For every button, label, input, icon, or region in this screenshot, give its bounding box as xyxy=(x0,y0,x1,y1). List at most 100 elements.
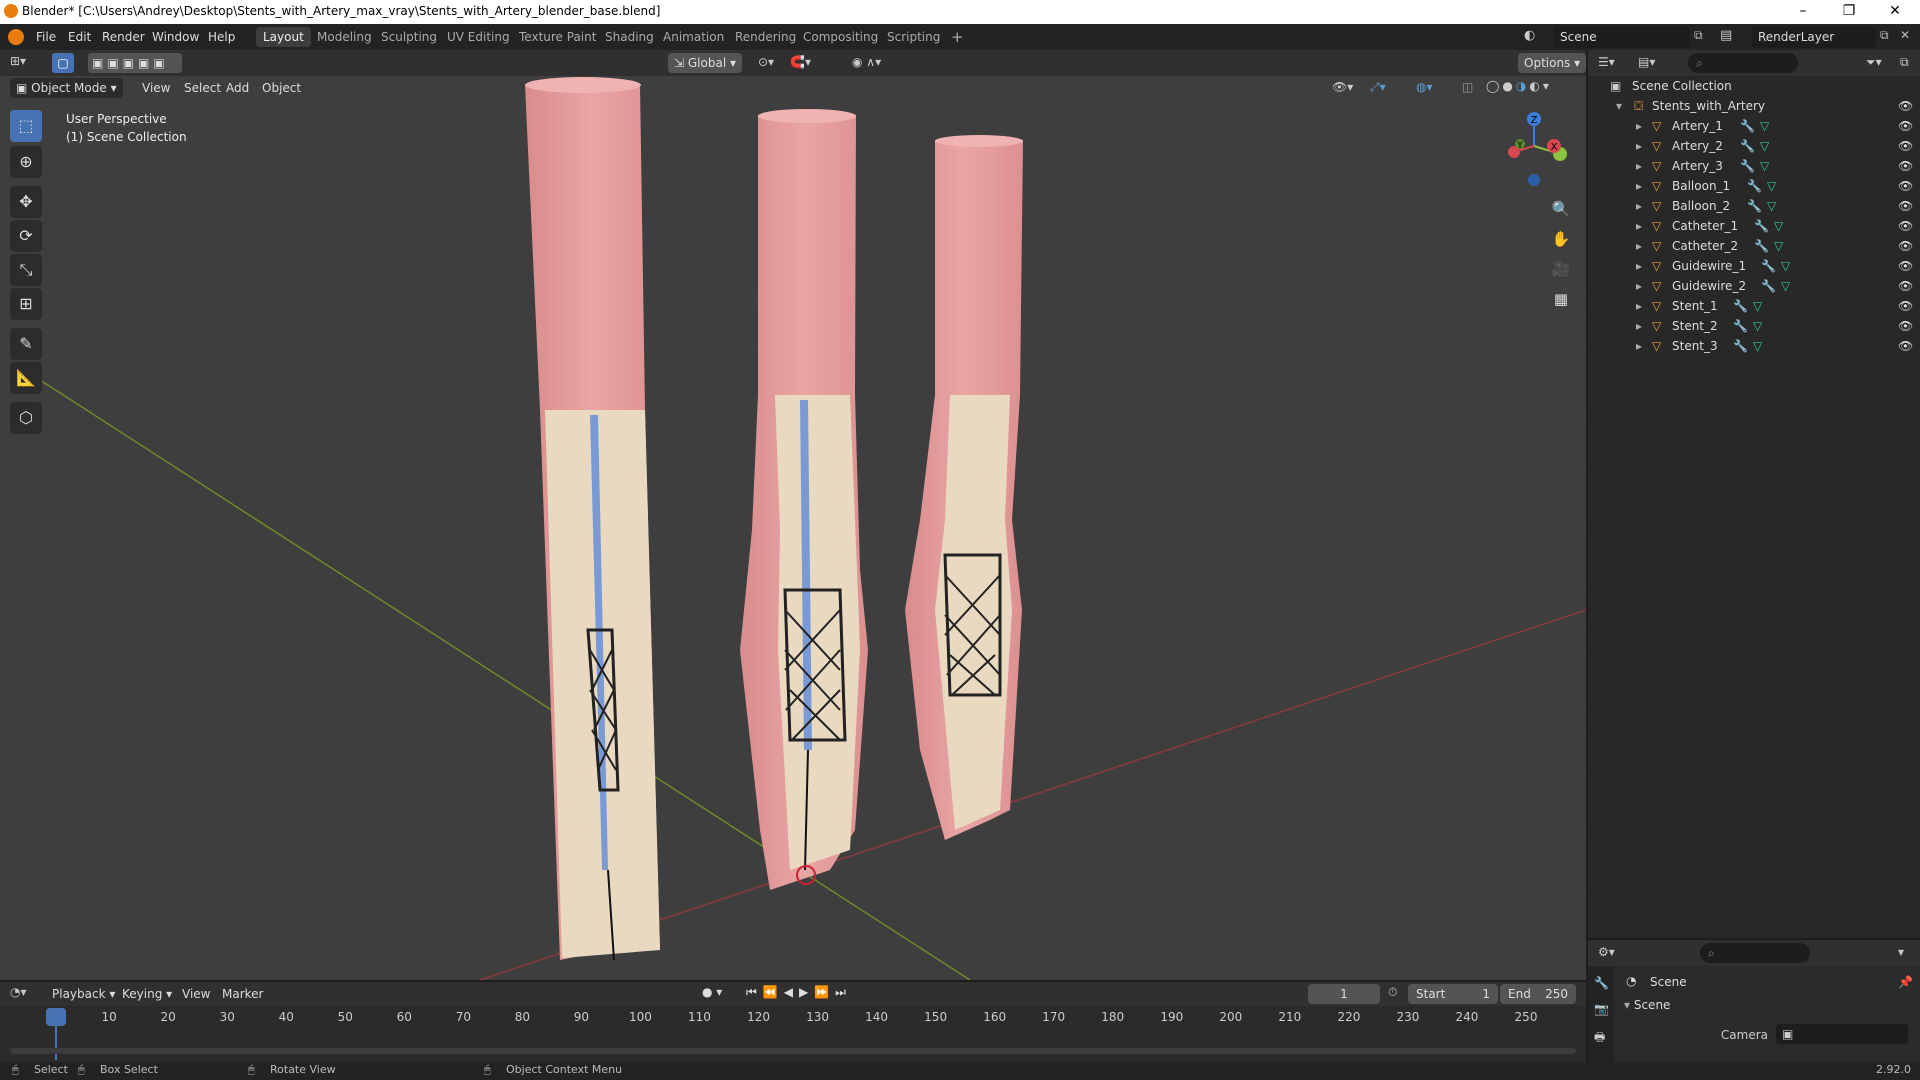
mesh-data-icon[interactable]: ▽ xyxy=(1760,116,1769,136)
navigation-gizmo[interactable]: Z X Y xyxy=(1500,108,1572,188)
playhead-marker[interactable] xyxy=(46,1008,66,1026)
overlay-toggle-icon[interactable]: ◍▾ xyxy=(1416,80,1433,94)
outliner-row-object[interactable]: ▸ ▽ Guidewire_1 🔧 ▽ 👁 xyxy=(1588,256,1920,276)
visibility-eye-icon[interactable]: 👁 xyxy=(1898,156,1913,176)
selection-mode-icons[interactable]: ▣▣▣▣▣ xyxy=(88,53,182,73)
filter-icon[interactable]: ⏷▾ xyxy=(1866,55,1882,70)
timeline-editor-icon[interactable]: ◔▾ xyxy=(10,985,27,999)
visibility-eye-icon[interactable]: 👁 xyxy=(1898,96,1913,116)
xray-icon[interactable]: ◫ xyxy=(1462,80,1473,94)
restore-icon[interactable]: ❐ xyxy=(1826,0,1872,24)
playback-controls-icons[interactable]: ⏮⏪◀▶⏩⏭ xyxy=(746,985,852,1000)
modifier-wrench-icon[interactable]: 🔧 xyxy=(1754,216,1769,236)
expand-icon[interactable]: ▸ xyxy=(1636,316,1642,336)
close-icon[interactable]: ✕ xyxy=(1872,0,1918,24)
outliner-row-object[interactable]: ▸ ▽ Guidewire_2 🔧 ▽ 👁 xyxy=(1588,276,1920,296)
gizmo-toggle-icon[interactable]: ⤢▾ xyxy=(1370,80,1386,95)
expand-icon[interactable]: ▸ xyxy=(1636,136,1642,156)
outliner-row-object[interactable]: ▸ ▽ Stent_3 🔧 ▽ 👁 xyxy=(1588,336,1920,356)
tab-modeling[interactable]: Modeling xyxy=(310,27,379,47)
tab-animation[interactable]: Animation xyxy=(656,27,731,47)
pan-hand-icon[interactable]: ✋ xyxy=(1550,224,1572,254)
end-frame-field[interactable]: End 250 xyxy=(1500,984,1576,1004)
modifier-wrench-icon[interactable]: 🔧 xyxy=(1740,116,1755,136)
select-box-icon[interactable]: ▢ xyxy=(52,53,74,73)
tab-scripting[interactable]: Scripting xyxy=(880,27,947,47)
display-mode-icon[interactable]: ▤▾ xyxy=(1638,55,1655,69)
outliner-row-object[interactable]: ▸ ▽ Balloon_1 🔧 ▽ 👁 xyxy=(1588,176,1920,196)
current-frame-field[interactable]: 1 xyxy=(1308,984,1380,1004)
outliner-row-object[interactable]: ▸ ▽ Artery_3 🔧 ▽ 👁 xyxy=(1588,156,1920,176)
annotate-tool-icon[interactable]: ✎ xyxy=(10,328,42,360)
ortho-grid-icon[interactable]: ▦ xyxy=(1550,284,1572,314)
shading-mode-icons[interactable]: ◯●◑◐▾ xyxy=(1486,79,1566,97)
scene-selector-icon[interactable]: ◐ xyxy=(1524,28,1548,46)
menu-add[interactable]: Add xyxy=(220,78,255,98)
mesh-data-icon[interactable]: ▽ xyxy=(1774,236,1783,256)
expand-icon[interactable]: ▸ xyxy=(1636,196,1642,216)
tab-compositing[interactable]: Compositing xyxy=(796,27,885,47)
menu-edit[interactable]: Edit xyxy=(62,28,97,46)
modifier-wrench-icon[interactable]: 🔧 xyxy=(1761,276,1776,296)
modifier-wrench-icon[interactable]: 🔧 xyxy=(1740,156,1755,176)
mesh-data-icon[interactable]: ▽ xyxy=(1774,216,1783,236)
new-view-layer-icon[interactable]: ⧉ xyxy=(1880,28,1889,43)
record-icon[interactable]: ● ▾ xyxy=(702,985,722,999)
zoom-icon[interactable]: 🔍 xyxy=(1550,194,1572,224)
menu-marker[interactable]: Marker xyxy=(216,984,269,1004)
expand-icon[interactable]: ▸ xyxy=(1636,176,1642,196)
expand-icon[interactable]: ▸ xyxy=(1636,336,1642,356)
outliner-row-scene-collection[interactable]: ▣ Scene Collection xyxy=(1588,76,1920,96)
3d-viewport[interactable] xyxy=(0,50,1586,980)
cursor-tool-icon[interactable]: ⊕ xyxy=(10,146,42,178)
visibility-icon[interactable]: 👁▾ xyxy=(1332,80,1353,94)
visibility-eye-icon[interactable]: 👁 xyxy=(1898,116,1913,136)
modifier-wrench-icon[interactable]: 🔧 xyxy=(1747,176,1762,196)
menu-object[interactable]: Object xyxy=(256,78,307,98)
transform-orientation-dropdown[interactable]: ⇲ Global ▾ xyxy=(668,53,742,73)
expand-icon[interactable]: ▸ xyxy=(1636,256,1642,276)
select-tool-icon[interactable]: ⬚ xyxy=(10,110,42,142)
outliner-row-object[interactable]: ▸ ▽ Stent_1 🔧 ▽ 👁 xyxy=(1588,296,1920,316)
pin-icon[interactable]: 📌 xyxy=(1898,975,1913,989)
modifier-wrench-icon[interactable]: 🔧 xyxy=(1733,296,1748,316)
mesh-data-icon[interactable]: ▽ xyxy=(1767,196,1776,216)
new-collection-icon[interactable]: ⧉ xyxy=(1900,55,1909,70)
modifier-wrench-icon[interactable]: 🔧 xyxy=(1733,336,1748,356)
menu-render[interactable]: Render xyxy=(96,28,151,46)
expand-icon[interactable]: ▸ xyxy=(1636,116,1642,136)
outliner-search-input[interactable]: ⌕ xyxy=(1688,53,1798,73)
outliner-row-collection[interactable]: ▾ ⛋ Stents_with_Artery 👁 xyxy=(1588,96,1920,116)
menu-keying[interactable]: Keying ▾ xyxy=(116,984,178,1004)
menu-view[interactable]: View xyxy=(136,78,176,98)
visibility-eye-icon[interactable]: 👁 xyxy=(1898,236,1913,256)
pivot-point-icon[interactable]: ⊙▾ xyxy=(758,55,774,69)
modifier-wrench-icon[interactable]: 🔧 xyxy=(1747,196,1762,216)
mesh-data-icon[interactable]: ▽ xyxy=(1753,296,1762,316)
visibility-eye-icon[interactable]: 👁 xyxy=(1898,216,1913,236)
properties-options-icon[interactable]: ▾ xyxy=(1898,945,1904,959)
menu-timeline-view[interactable]: View xyxy=(176,984,216,1004)
mesh-data-icon[interactable]: ▽ xyxy=(1753,316,1762,336)
stopwatch-icon[interactable]: ⏱ xyxy=(1388,985,1397,1000)
tab-sculpting[interactable]: Sculpting xyxy=(374,27,444,47)
properties-editor-icon[interactable]: ⚙▾ xyxy=(1598,945,1615,959)
visibility-eye-icon[interactable]: 👁 xyxy=(1898,316,1913,336)
blender-menu-icon[interactable] xyxy=(8,29,24,45)
timeline-scrollbar[interactable] xyxy=(10,1048,1576,1054)
mesh-data-icon[interactable]: ▽ xyxy=(1760,156,1769,176)
tab-rendering[interactable]: Rendering xyxy=(728,27,803,47)
scene-panel-header[interactable]: ▾ Scene xyxy=(1624,998,1914,1020)
expand-icon[interactable]: ▸ xyxy=(1636,216,1642,236)
view-layer-icon[interactable]: ▤ xyxy=(1720,28,1740,46)
modifier-wrench-icon[interactable]: 🔧 xyxy=(1754,236,1769,256)
mesh-data-icon[interactable]: ▽ xyxy=(1760,136,1769,156)
tab-layout[interactable]: Layout xyxy=(256,27,311,47)
add-workspace-icon[interactable]: + xyxy=(944,27,971,47)
outliner-editor-icon[interactable]: ☰▾ xyxy=(1598,55,1615,69)
menu-file[interactable]: File xyxy=(30,28,62,46)
add-cube-tool-icon[interactable]: ⬡ xyxy=(10,402,42,434)
camera-view-icon[interactable]: 🎥 xyxy=(1550,254,1572,284)
start-frame-field[interactable]: Start 1 xyxy=(1408,984,1498,1004)
expand-icon[interactable]: ▸ xyxy=(1636,156,1642,176)
